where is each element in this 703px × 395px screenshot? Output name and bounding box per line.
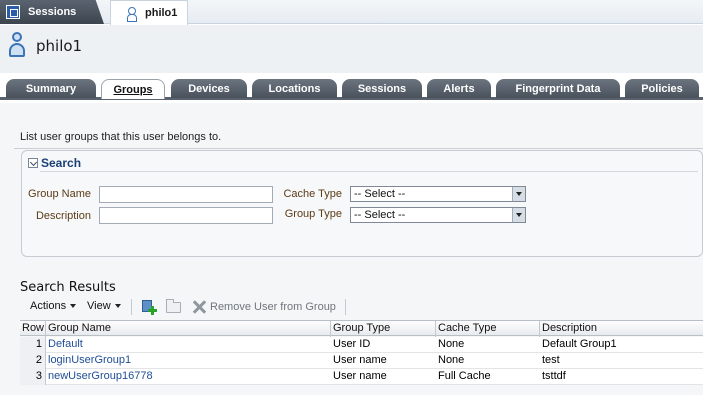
row-number: 3 [20,369,46,385]
column-header-group-name[interactable]: Group Name [46,321,331,337]
column-header-row[interactable]: Row [20,321,46,337]
tab-sessions[interactable]: Sessions [342,79,422,98]
tab-alerts[interactable]: Alerts [427,79,491,98]
group-type-cell: User ID [333,338,371,350]
divider [14,148,703,149]
tab-devices[interactable]: Devices [171,79,247,98]
caret-down-icon [114,304,121,308]
sessions-icon [6,5,20,19]
remove-user-from-group-button[interactable]: Remove User from Group [192,300,336,314]
table-row[interactable]: 2 loginUserGroup1 User name None test [20,353,703,369]
tab-summary[interactable]: Summary [6,79,96,98]
group-type-cell: User name [333,354,387,366]
search-title: Search [41,156,82,170]
chevron-down-icon[interactable] [512,208,525,222]
group-name-link[interactable]: Default [46,337,331,353]
tab-groups[interactable]: Groups [101,79,165,99]
document-tab-bar: Sessions philo1 [0,0,703,25]
search-header[interactable]: Search [28,156,81,170]
group-type-select[interactable]: -- Select -- [350,207,526,223]
column-header-group-type[interactable]: Group Type [331,321,436,337]
cache-type-cell: None [438,354,465,366]
description-label: Description [35,210,91,222]
results-toolbar: Actions View Remove User from Group [20,296,703,319]
doc-tab-philo1[interactable]: philo1 [110,0,188,25]
view-label: View [87,300,111,312]
chevron-down-icon[interactable] [512,187,525,201]
toolbar-separator [345,299,346,315]
tab-locations[interactable]: Locations [252,79,337,98]
add-to-group-icon[interactable] [141,299,157,315]
table-row[interactable]: 1 Default User ID None Default Group1 [20,337,703,353]
group-type-cell: User name [333,370,387,382]
table-header: Row Group Name Group Type Cache Type Des… [20,320,703,337]
description-cell: Default Group1 [542,338,617,350]
toolbar-separator [131,299,132,315]
divider [40,171,698,172]
description-cell: test [542,354,560,366]
page-title: philo1 [36,37,83,55]
row-number: 1 [20,337,46,353]
group-type-value: -- Select -- [354,209,406,221]
actions-menu[interactable]: Actions [30,300,77,312]
remove-icon [192,300,206,314]
caret-down-icon [70,304,77,308]
group-name-link[interactable]: loginUserGroup1 [46,353,331,369]
column-header-description[interactable]: Description [540,321,703,337]
page-header: philo1 [0,25,703,73]
view-menu[interactable]: View [87,300,121,312]
cache-type-cell: None [438,338,465,350]
tab-policies[interactable]: Policies [625,79,699,98]
cache-type-cell: Full Cache [438,370,491,382]
doc-tab-philo1-label: philo1 [145,7,178,19]
group-name-input[interactable] [99,186,273,203]
description-input[interactable] [99,207,273,224]
column-header-cache-type[interactable]: Cache Type [436,321,540,337]
remove-label: Remove User from Group [210,301,336,313]
collapse-icon[interactable] [28,158,38,168]
search-section: Search Group Name Description Cache Type… [21,150,703,257]
panel-description: List user groups that this user belongs … [20,131,222,143]
description-cell: tsttdf [542,370,566,382]
user-icon [127,6,137,22]
actions-label: Actions [30,300,67,312]
row-number: 2 [20,353,46,369]
tab-fingerprint-data[interactable]: Fingerprint Data [496,79,620,98]
group-name-label: Group Name [28,188,91,200]
detail-tab-bar: Summary Groups Devices Locations Session… [0,79,703,100]
doc-tab-sessions-label: Sessions [28,6,77,18]
table-row[interactable]: 3 newUserGroup16778 User name Full Cache… [20,369,703,385]
results-title: Search Results [20,280,116,295]
folder-icon[interactable] [166,299,181,313]
group-name-link[interactable]: newUserGroup16778 [46,369,331,385]
user-avatar-icon [9,32,25,59]
cache-type-label: Cache Type [283,188,342,200]
cache-type-select[interactable]: -- Select -- [350,186,526,202]
doc-tab-sessions[interactable]: Sessions [0,0,104,24]
cache-type-value: -- Select -- [354,188,406,200]
group-type-label: Group Type [284,208,342,220]
